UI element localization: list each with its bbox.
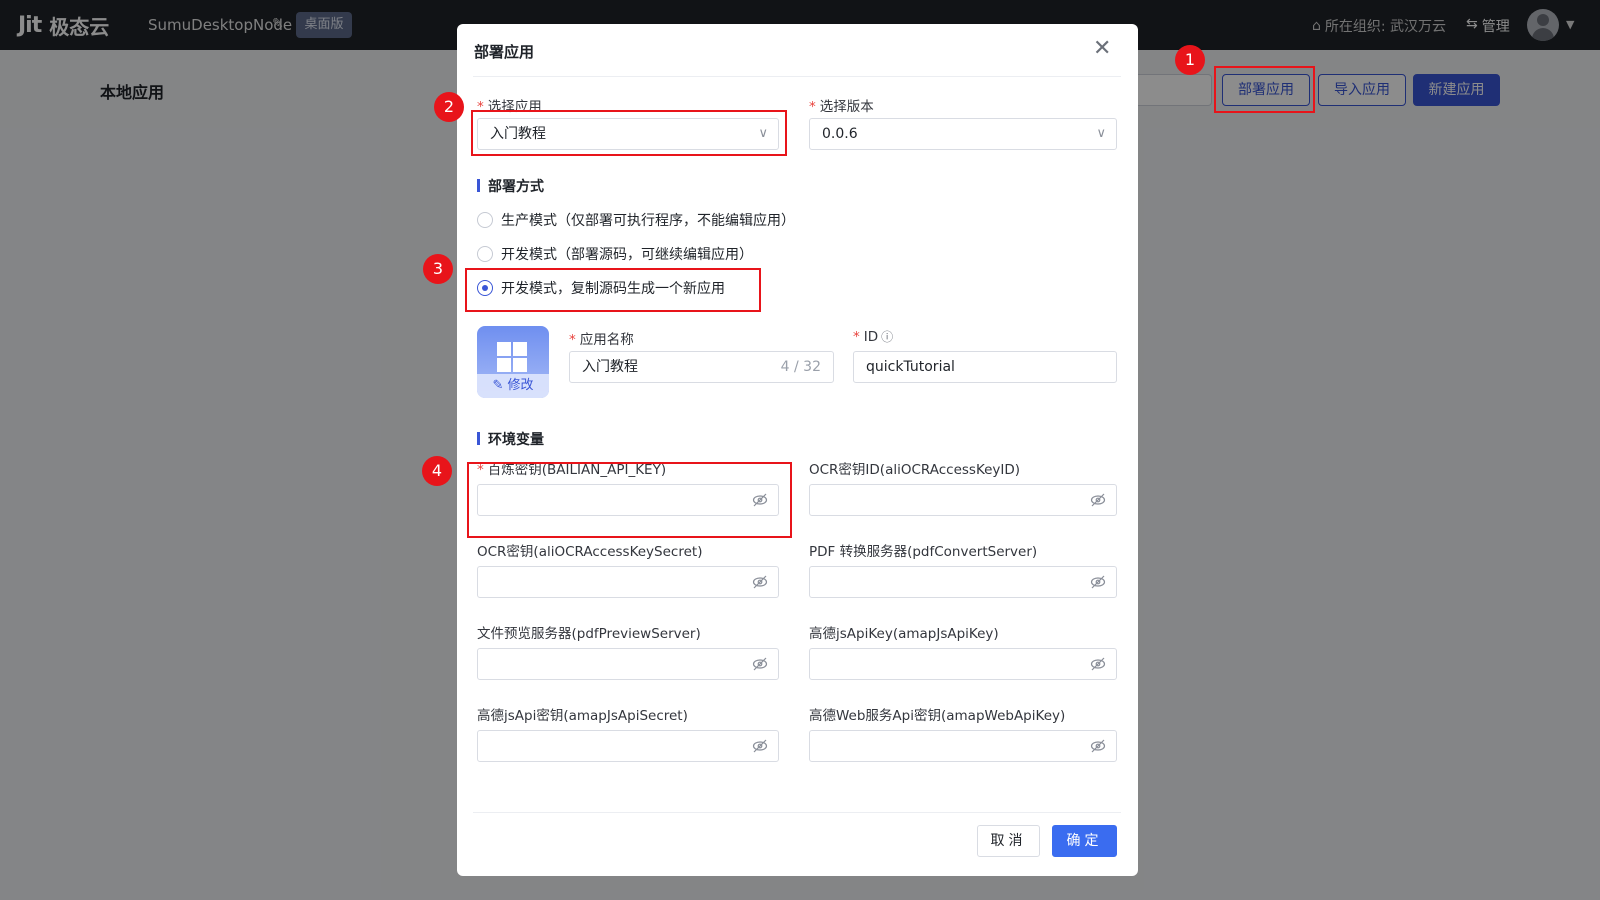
env-label-amap-js-secret: 高德jsApi密钥(amapJsApiSecret) <box>477 708 688 724</box>
deploy-mode-section-title: 部署方式 <box>477 176 544 196</box>
env-input-amap-web-key[interactable] <box>809 730 1117 762</box>
env-label-pdf-preview: 文件预览服务器(pdfPreviewServer) <box>477 626 701 642</box>
app-name-value: 入门教程 <box>582 359 638 375</box>
divider <box>473 76 1121 77</box>
radio-dev-mode[interactable]: 开发模式（部署源码，可继续编辑应用） <box>477 244 753 264</box>
env-label-amap-js-key: 高德jsApiKey(amapJsApiKey) <box>809 626 999 642</box>
app-id-input[interactable]: quickTutorial <box>853 351 1117 383</box>
confirm-button[interactable]: 确定 <box>1052 825 1117 857</box>
chevron-down-icon: ∨ <box>1096 126 1106 141</box>
app-icon[interactable]: ✎ 修改 <box>477 326 549 398</box>
char-counter: 4 / 32 <box>780 359 821 375</box>
app-name-input[interactable]: 入门教程 4 / 32 <box>569 351 834 383</box>
deploy-app-dialog: 部署应用 ✕ * 选择应用 入门教程 ∨ * 选择版本 0.0.6 ∨ 部署方式 生… <box>457 24 1138 876</box>
eye-hidden-icon[interactable] <box>1090 492 1106 508</box>
annotation-box-2 <box>471 110 787 156</box>
close-icon[interactable]: ✕ <box>1093 36 1111 61</box>
app-id-value: quickTutorial <box>866 359 955 375</box>
radio-production-mode[interactable]: 生产模式（仅部署可执行程序，不能编辑应用） <box>477 210 795 230</box>
env-input-pdf-convert[interactable] <box>809 566 1117 598</box>
annotation-badge-1: 1 <box>1175 45 1205 75</box>
annotation-badge-2: 2 <box>434 92 464 122</box>
env-label-ocr-key-id: OCR密钥ID(aliOCRAccessKeyID) <box>809 462 1021 478</box>
env-label-ocr-secret: OCR密钥(aliOCRAccessKeySecret) <box>477 544 703 560</box>
app-id-label: * ID ⓘ <box>853 329 894 345</box>
annotation-badge-4: 4 <box>422 456 452 486</box>
info-icon[interactable]: ⓘ <box>881 330 893 344</box>
eye-hidden-icon[interactable] <box>1090 656 1106 672</box>
app-name-label: * 应用名称 <box>569 332 634 348</box>
annotation-badge-3: 3 <box>423 254 453 284</box>
radio-button[interactable] <box>477 246 493 262</box>
eye-hidden-icon[interactable] <box>752 656 768 672</box>
env-label-pdf-convert: PDF 转换服务器(pdfConvertServer) <box>809 544 1038 560</box>
select-version-label: * 选择版本 <box>809 99 874 115</box>
eye-hidden-icon[interactable] <box>752 738 768 754</box>
annotation-box-4 <box>467 462 792 538</box>
eye-hidden-icon[interactable] <box>1090 574 1106 590</box>
annotation-box-1 <box>1214 66 1315 113</box>
windows-icon <box>497 342 529 374</box>
env-input-amap-js-key[interactable] <box>809 648 1117 680</box>
env-input-pdf-preview[interactable] <box>477 648 779 680</box>
edit-icon-button[interactable]: ✎ 修改 <box>477 374 549 398</box>
select-version-value: 0.0.6 <box>822 126 858 142</box>
radio-label: 开发模式（部署源码，可继续编辑应用） <box>501 247 753 263</box>
eye-hidden-icon[interactable] <box>1090 738 1106 754</box>
dialog-title: 部署应用 <box>474 43 535 61</box>
cancel-button[interactable]: 取消 <box>977 825 1040 857</box>
env-input-ocr-secret[interactable] <box>477 566 779 598</box>
eye-hidden-icon[interactable] <box>752 574 768 590</box>
env-input-amap-js-secret[interactable] <box>477 730 779 762</box>
divider <box>473 812 1121 813</box>
env-section-title: 环境变量 <box>477 429 544 449</box>
annotation-box-3 <box>465 268 761 312</box>
radio-button[interactable] <box>477 212 493 228</box>
env-input-ocr-key-id[interactable] <box>809 484 1117 516</box>
env-label-amap-web-key: 高德Web服务Api密钥(amapWebApiKey) <box>809 708 1066 724</box>
radio-label: 生产模式（仅部署可执行程序，不能编辑应用） <box>501 213 795 229</box>
select-version-dropdown[interactable]: 0.0.6 ∨ <box>809 118 1117 150</box>
